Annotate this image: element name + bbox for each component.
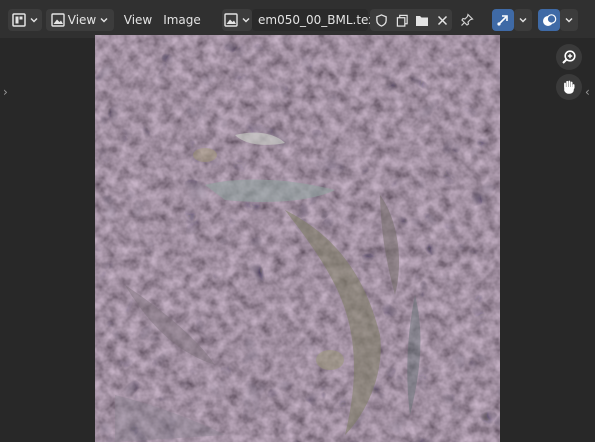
image-name-field[interactable]: em050_00_BML.tex: [252, 9, 375, 31]
image-editor-icon: [11, 13, 26, 27]
gizmo-toggle[interactable]: [492, 9, 514, 31]
menu-image[interactable]: Image: [160, 9, 204, 31]
chevron-down-icon: [242, 18, 249, 23]
chevron-down-icon: [100, 18, 108, 23]
chevron-down-icon: [565, 18, 573, 23]
hand-icon: [564, 80, 575, 94]
editor-type-selector[interactable]: [8, 9, 42, 31]
close-icon: [437, 15, 447, 25]
view-mode-selector[interactable]: View: [46, 9, 114, 31]
pin-button[interactable]: [456, 9, 478, 31]
shield-icon: [375, 13, 387, 27]
menu-image-label: Image: [163, 13, 201, 27]
image-icon: [51, 13, 65, 27]
gizmo-icon: [497, 15, 508, 26]
image-icon: [223, 13, 238, 27]
view-mode-label: View: [67, 13, 97, 27]
chevron-down-icon: [30, 18, 37, 23]
sidebar-expand-arrow[interactable]: ‹: [585, 85, 590, 99]
texture-render: [95, 35, 500, 442]
menu-view-label: View: [123, 13, 153, 27]
open-image-button[interactable]: [412, 9, 432, 31]
gizmo-options-dropdown[interactable]: [514, 9, 532, 31]
pan-button[interactable]: [556, 74, 582, 100]
editor-header: View View Image em050_00_BML.tex: [0, 0, 595, 38]
image-name: em050_00_BML.tex: [258, 13, 376, 27]
overlay-toggle[interactable]: [538, 9, 560, 31]
pin-icon: [461, 13, 474, 26]
toolbar-expand-arrow[interactable]: ›: [3, 85, 8, 99]
fake-user-button[interactable]: [370, 9, 392, 31]
zoom-button[interactable]: [556, 44, 582, 70]
folder-icon: [416, 15, 428, 26]
image-browse-button[interactable]: [222, 9, 252, 31]
duplicate-button[interactable]: [392, 9, 412, 31]
zoom-in-icon: [562, 50, 576, 64]
duplicate-icon: [396, 14, 408, 27]
menu-view[interactable]: View: [120, 9, 156, 31]
unlink-image-button[interactable]: [432, 9, 452, 31]
chevron-down-icon: [519, 18, 527, 23]
overlay-icon: [542, 13, 556, 26]
overlay-options-dropdown[interactable]: [560, 9, 578, 31]
texture-image: [95, 35, 500, 442]
